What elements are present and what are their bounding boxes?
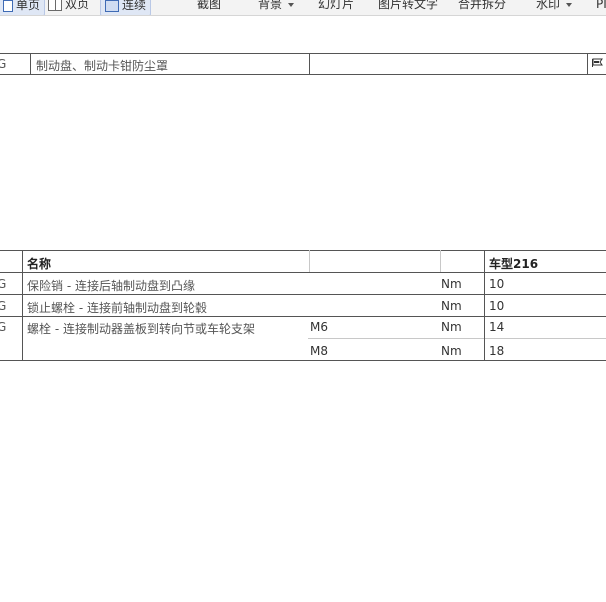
- top-table-col-divider: [587, 53, 588, 75]
- torque-table-border-top: [0, 250, 606, 251]
- top-table-border-top: [0, 53, 606, 54]
- top-table-border-bottom: [0, 74, 606, 75]
- row-code: G: [0, 277, 7, 291]
- row-name: 锁止螺栓 - 连接前轴制动盘到轮毂: [27, 301, 207, 315]
- double-page-icon: [48, 0, 62, 11]
- continuous-button[interactable]: 连续: [100, 0, 152, 15]
- torque-table-header-bottom: [0, 272, 606, 273]
- double-page-button[interactable]: 双页: [48, 0, 89, 14]
- torque-table-subrow-divider: [308, 338, 606, 339]
- row-value: 10: [489, 299, 505, 313]
- torque-table-col-divider: [440, 250, 441, 272]
- column-header-model: 车型216: [489, 257, 539, 271]
- pdf-tools-button[interactable]: PI: [596, 0, 606, 14]
- chevron-down-icon: [566, 2, 573, 7]
- row-spec: M8: [310, 344, 328, 358]
- torque-table-row-divider: [0, 294, 606, 295]
- slideshow-button[interactable]: 幻灯片: [318, 0, 354, 14]
- row-value: 10: [489, 277, 505, 291]
- flag-icon[interactable]: [592, 58, 603, 68]
- continuous-page-icon: [105, 0, 119, 12]
- torque-table-col-divider: [309, 250, 310, 272]
- torque-table-row-divider: [0, 316, 606, 317]
- screenshot-button[interactable]: 截图: [197, 0, 221, 14]
- row-spec: M6: [310, 320, 328, 334]
- top-table-description: 制动盘、制动卡钳防尘罩: [36, 59, 169, 73]
- document-viewer: 单页 双页 连续 截图 背景 幻灯片 图片转文字 合并拆分 水印 PI G 制动…: [0, 0, 606, 602]
- top-table-code: G: [0, 57, 7, 71]
- single-page-icon: [3, 0, 13, 12]
- row-value: 18: [489, 344, 505, 358]
- background-dropdown[interactable]: 背景: [258, 0, 295, 14]
- torque-table-col-divider: [484, 250, 485, 361]
- row-value: 14: [489, 320, 505, 334]
- row-code: G: [0, 320, 7, 334]
- row-name: 保险销 - 连接后轴制动盘到凸缘: [27, 279, 195, 293]
- torque-table-col-divider: [22, 250, 23, 361]
- row-name: 螺栓 - 连接制动器盖板到转向节或车轮支架: [27, 322, 255, 336]
- top-table-col-divider: [30, 53, 31, 75]
- row-code: G: [0, 299, 7, 313]
- torque-table-border-bottom: [0, 360, 606, 361]
- row-unit: Nm: [441, 299, 462, 313]
- merge-split-button[interactable]: 合并拆分: [458, 0, 506, 14]
- chevron-down-icon: [288, 2, 295, 7]
- top-table-col-divider: [309, 53, 310, 75]
- row-unit: Nm: [441, 277, 462, 291]
- viewer-toolbar: 单页 双页 连续 截图 背景 幻灯片 图片转文字 合并拆分 水印 PI: [0, 0, 606, 16]
- column-header-name: 名称: [27, 257, 52, 271]
- row-unit: Nm: [441, 344, 462, 358]
- image-to-text-button[interactable]: 图片转文字: [378, 0, 438, 14]
- row-unit: Nm: [441, 320, 462, 334]
- single-page-button[interactable]: 单页: [0, 0, 46, 15]
- watermark-dropdown[interactable]: 水印: [536, 0, 573, 14]
